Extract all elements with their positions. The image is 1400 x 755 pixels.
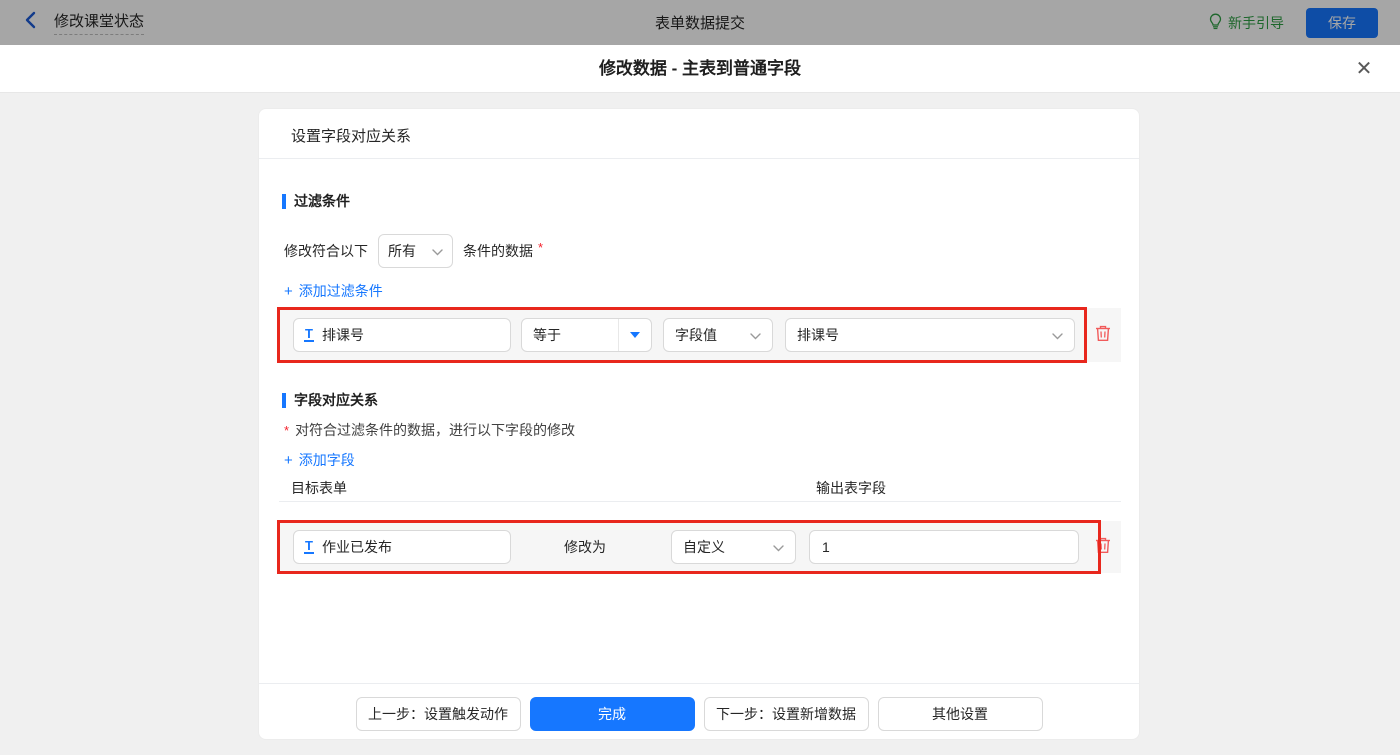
mapping-section-label: 字段对应关系 <box>294 392 378 408</box>
text-field-icon: T <box>304 326 314 342</box>
columns-divider <box>279 501 1121 502</box>
card-header-title: 设置字段对应关系 <box>291 128 412 145</box>
done-button[interactable]: 完成 <box>529 697 695 731</box>
add-field-label: 添加字段 <box>298 452 355 468</box>
add-filter-condition-label: 添加过滤条件 <box>298 283 383 299</box>
footer-actions: 上一步：设置触发动作 完成 下一步：设置新增数据 其他设置 <box>259 697 1139 731</box>
chevron-down-icon <box>1052 327 1063 343</box>
value-type-value: 字段值 <box>675 327 717 343</box>
target-field-input[interactable]: T 作业已发布 <box>293 530 511 564</box>
caret-down-icon <box>630 332 640 338</box>
required-asterisk: * <box>538 239 544 255</box>
required-asterisk: * <box>284 423 290 438</box>
value-type-select[interactable]: 字段值 <box>663 318 773 352</box>
plus-icon: + <box>284 451 293 469</box>
add-filter-condition-link[interactable]: + 添加过滤条件 <box>284 281 383 301</box>
text-field-icon: T <box>304 538 314 554</box>
settings-card: 设置字段对应关系 过滤条件 修改符合以下 所有 条件的数据 * + 添加过滤条件… <box>258 108 1140 740</box>
modal-title: 修改数据 - 主表到普通字段 <box>598 59 802 78</box>
modal-header: 修改数据 - 主表到普通字段 ✕ <box>0 45 1400 93</box>
mapping-note-text: 对符合过滤条件的数据，进行以下字段的修改 <box>295 422 576 438</box>
condition-line: 修改符合以下 所有 条件的数据 * <box>284 234 543 268</box>
plus-icon: + <box>284 282 293 300</box>
section-bar-icon <box>282 193 286 209</box>
top-bar: 修改课堂状态 表单数据提交 新手引导 保存 <box>0 0 1400 45</box>
filter-condition-row: T 排课号 等于 字段值 排课号 <box>279 308 1121 362</box>
chevron-down-icon <box>750 327 761 343</box>
match-mode-value: 所有 <box>388 243 416 259</box>
condition-suffix: 条件的数据 <box>463 243 533 259</box>
field-mapping-row: T 作业已发布 修改为 自定义 1 <box>279 521 1121 573</box>
custom-value-text: 1 <box>822 539 830 555</box>
value-mode-select[interactable]: 自定义 <box>671 530 796 564</box>
modal-dim-overlay <box>0 0 1400 45</box>
operator-value: 等于 <box>533 327 561 343</box>
match-mode-select[interactable]: 所有 <box>378 234 453 268</box>
next-step-button[interactable]: 下一步：设置新增数据 <box>703 697 869 731</box>
condition-prefix: 修改符合以下 <box>284 243 368 259</box>
delete-mapping-button[interactable] <box>1091 535 1115 559</box>
mapping-section-title: 字段对应关系 <box>282 390 378 410</box>
chevron-down-icon <box>432 243 443 259</box>
close-icon[interactable]: ✕ <box>1352 57 1376 81</box>
delete-filter-button[interactable] <box>1091 323 1115 347</box>
filter-section-label: 过滤条件 <box>294 193 350 209</box>
filter-field-input[interactable]: T 排课号 <box>293 318 511 352</box>
modal-body: 设置字段对应关系 过滤条件 修改符合以下 所有 条件的数据 * + 添加过滤条件… <box>0 93 1400 755</box>
footer-divider <box>259 683 1139 684</box>
column-header-output-field: 输出表字段 <box>816 480 886 496</box>
modify-to-label: 修改为 <box>564 539 606 555</box>
prev-step-button[interactable]: 上一步：设置触发动作 <box>355 697 521 731</box>
caret-cell[interactable] <box>618 319 651 351</box>
trash-icon <box>1094 536 1112 558</box>
filter-field-value: 排课号 <box>321 327 364 343</box>
mapping-note: * 对符合过滤条件的数据，进行以下字段的修改 <box>284 420 575 440</box>
column-header-target-form: 目标表单 <box>291 480 347 496</box>
trash-icon <box>1094 324 1112 346</box>
page: 修改课堂状态 表单数据提交 新手引导 保存 修改数据 - 主表到普通字段 ✕ 设… <box>0 0 1400 755</box>
filter-section-title: 过滤条件 <box>282 191 350 211</box>
value-mode-value: 自定义 <box>683 539 725 555</box>
add-field-link[interactable]: + 添加字段 <box>284 450 355 470</box>
chevron-down-icon <box>773 539 784 555</box>
other-settings-button[interactable]: 其他设置 <box>877 697 1043 731</box>
target-field-value: 作业已发布 <box>321 539 392 555</box>
operator-select[interactable]: 等于 <box>521 318 652 352</box>
value-field-select[interactable]: 排课号 <box>785 318 1075 352</box>
card-header: 设置字段对应关系 <box>259 109 1139 159</box>
section-bar-icon <box>282 392 286 408</box>
value-field-value: 排课号 <box>797 327 839 343</box>
custom-value-input[interactable]: 1 <box>809 530 1079 564</box>
